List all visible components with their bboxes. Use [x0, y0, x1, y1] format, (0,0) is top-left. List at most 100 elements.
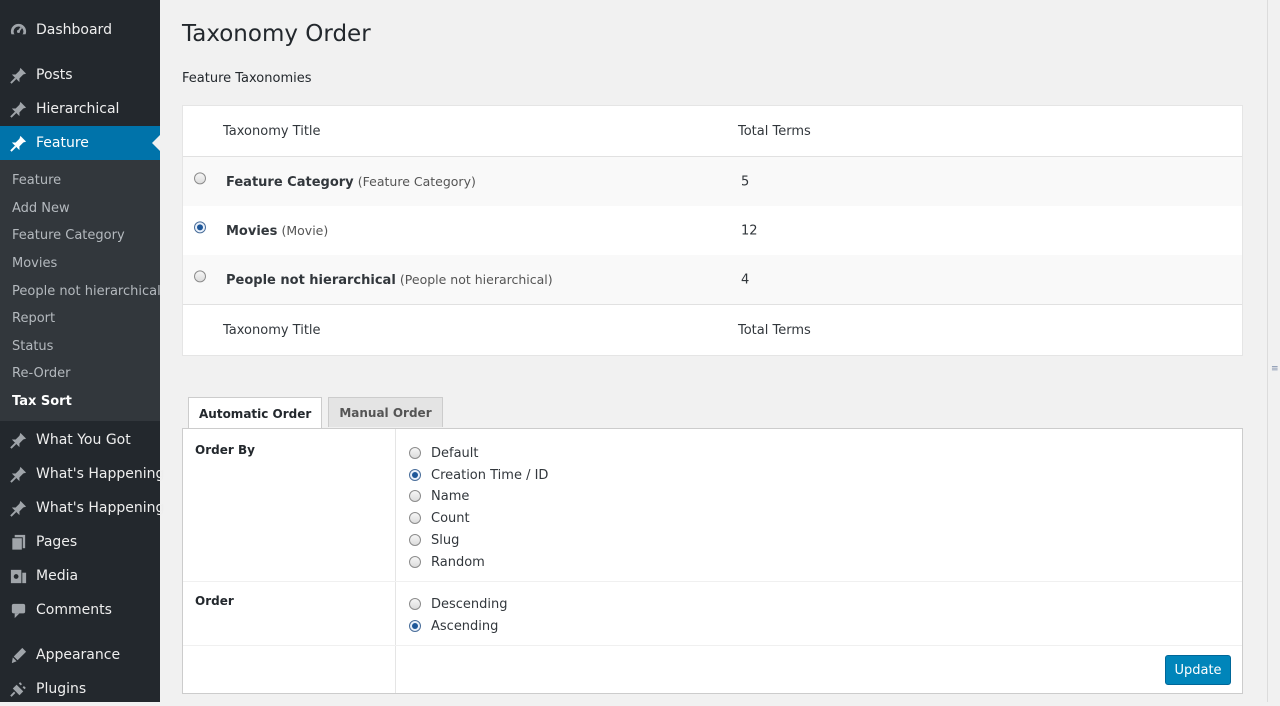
update-button[interactable]: Update: [1165, 655, 1231, 685]
scrollbar-grip-icon[interactable]: ≡: [1271, 365, 1279, 378]
menu-label: Feature: [36, 135, 89, 151]
submenu-report[interactable]: Report: [0, 305, 160, 333]
pin-icon: [8, 464, 28, 484]
order-by-option-default[interactable]: Default: [409, 445, 479, 461]
tab-manual-order[interactable]: Manual Order: [328, 397, 443, 427]
tab-automatic-order[interactable]: Automatic Order: [188, 397, 323, 429]
menu-what-you-got[interactable]: What You Got: [0, 423, 160, 457]
menu-label: Dashboard: [36, 22, 112, 38]
order-by-label: Order By: [195, 443, 255, 457]
menu-posts[interactable]: Posts: [0, 58, 160, 92]
section-title: Feature Taxonomies: [182, 71, 312, 86]
option-label: Count: [431, 511, 470, 526]
menu-whats-happening-2[interactable]: What's Happening: [0, 491, 164, 525]
submenu-tax-sort[interactable]: Tax Sort: [0, 388, 160, 416]
table-header: Taxonomy Title Total Terms: [183, 106, 1242, 157]
menu-appearance[interactable]: Appearance: [0, 638, 160, 672]
radio-button[interactable]: [409, 489, 421, 502]
radio-button[interactable]: [409, 533, 421, 546]
order-label: Order: [195, 594, 234, 608]
menu-label: Plugins: [36, 681, 87, 697]
order-by-option-name[interactable]: Name: [409, 488, 470, 504]
taxonomy-label: (Movie): [281, 222, 329, 238]
pin-icon: [8, 65, 28, 85]
menu-comments[interactable]: Comments: [0, 593, 160, 627]
radio-button[interactable]: [409, 468, 421, 481]
column-header-title: Taxonomy Title: [223, 123, 321, 139]
option-label: Random: [431, 555, 485, 570]
submenu-people-not-hierarchical[interactable]: People not hierarchical: [0, 277, 161, 305]
option-label: Default: [431, 446, 479, 461]
dashboard-icon: [8, 20, 28, 40]
taxonomy-radio[interactable]: [194, 171, 206, 184]
option-label: Ascending: [431, 619, 499, 634]
order-settings-panel: Order By Default Creation Time / ID Name…: [182, 428, 1243, 694]
pin-icon: [8, 498, 28, 518]
table-row[interactable]: Feature Category (Feature Category) 5: [183, 157, 1242, 206]
menu-label: Hierarchical: [36, 101, 120, 117]
radio-button[interactable]: [409, 597, 421, 610]
menu-hierarchical[interactable]: Hierarchical: [0, 92, 160, 126]
media-icon: [8, 566, 28, 586]
taxonomy-name: Movies: [226, 223, 278, 239]
option-label: Descending: [431, 597, 508, 612]
taxonomy-radio[interactable]: [194, 220, 206, 233]
term-count: 12: [741, 223, 758, 238]
table-footer: Taxonomy Title Total Terms: [183, 304, 1242, 355]
appearance-icon: [8, 645, 28, 665]
submenu-feature-category[interactable]: Feature Category: [0, 222, 160, 250]
table-row[interactable]: People not hierarchical (People not hier…: [183, 255, 1242, 304]
menu-label: Pages: [36, 534, 78, 550]
column-footer-title: Taxonomy Title: [223, 322, 321, 338]
taxonomy-name: Feature Category: [226, 174, 354, 190]
pin-icon: [8, 430, 28, 450]
submenu-movies[interactable]: Movies: [0, 250, 160, 278]
radio-button[interactable]: [409, 619, 421, 632]
order-by-option-slug[interactable]: Slug: [409, 532, 460, 548]
table-row[interactable]: Movies (Movie) 12: [183, 206, 1242, 255]
taxonomy-radio[interactable]: [194, 269, 206, 282]
submenu-add-new[interactable]: Add New: [0, 195, 160, 223]
menu-dashboard[interactable]: Dashboard: [0, 13, 160, 47]
order-by-row: Order By Default Creation Time / ID Name…: [183, 429, 1242, 582]
menu-plugins[interactable]: Plugins: [0, 672, 160, 706]
taxonomy-label: (Feature Category): [357, 173, 476, 189]
menu-pages[interactable]: Pages: [0, 525, 160, 559]
menu-feature[interactable]: Feature: [0, 126, 160, 160]
option-label: Creation Time / ID: [431, 468, 549, 483]
menu-label: Posts: [36, 67, 73, 83]
menu-label: What's Happening: [36, 500, 165, 516]
menu-whats-happening-1[interactable]: What's Happening: [0, 457, 164, 491]
menu-label: What You Got: [36, 432, 131, 448]
radio-button[interactable]: [409, 446, 421, 459]
menu-media[interactable]: Media: [0, 559, 160, 593]
menu-label: Media: [36, 568, 79, 584]
pin-icon: [8, 133, 28, 153]
order-by-option-count[interactable]: Count: [409, 510, 470, 526]
menu-label: Comments: [36, 602, 112, 618]
column-footer-total: Total Terms: [738, 322, 811, 338]
radio-button[interactable]: [409, 555, 421, 568]
plugins-icon: [8, 679, 28, 699]
comments-icon: [8, 600, 28, 620]
order-by-option-random[interactable]: Random: [409, 554, 485, 570]
order-row: Order Descending Ascending: [183, 581, 1242, 646]
column-header-total: Total Terms: [738, 123, 811, 139]
page-title: Taxonomy Order: [182, 21, 371, 47]
term-count: 4: [741, 272, 750, 287]
pin-icon: [8, 99, 28, 119]
submenu-re-order[interactable]: Re-Order: [0, 360, 160, 388]
menu-label: What's Happening: [36, 466, 165, 482]
radio-button[interactable]: [409, 511, 421, 524]
feature-submenu: Feature Add New Feature Category Movies …: [0, 160, 161, 421]
order-by-option-creation-time[interactable]: Creation Time / ID: [409, 467, 549, 483]
order-option-ascending[interactable]: Ascending: [409, 618, 499, 634]
submenu-status[interactable]: Status: [0, 333, 160, 361]
submenu-feature[interactable]: Feature: [0, 167, 160, 195]
option-label: Slug: [431, 533, 460, 548]
term-count: 5: [741, 174, 750, 189]
taxonomy-table: Taxonomy Title Total Terms Feature Categ…: [182, 105, 1243, 356]
order-option-descending[interactable]: Descending: [409, 596, 508, 612]
page-scrollbar[interactable]: ≡: [1267, 0, 1280, 702]
option-label: Name: [431, 489, 470, 504]
